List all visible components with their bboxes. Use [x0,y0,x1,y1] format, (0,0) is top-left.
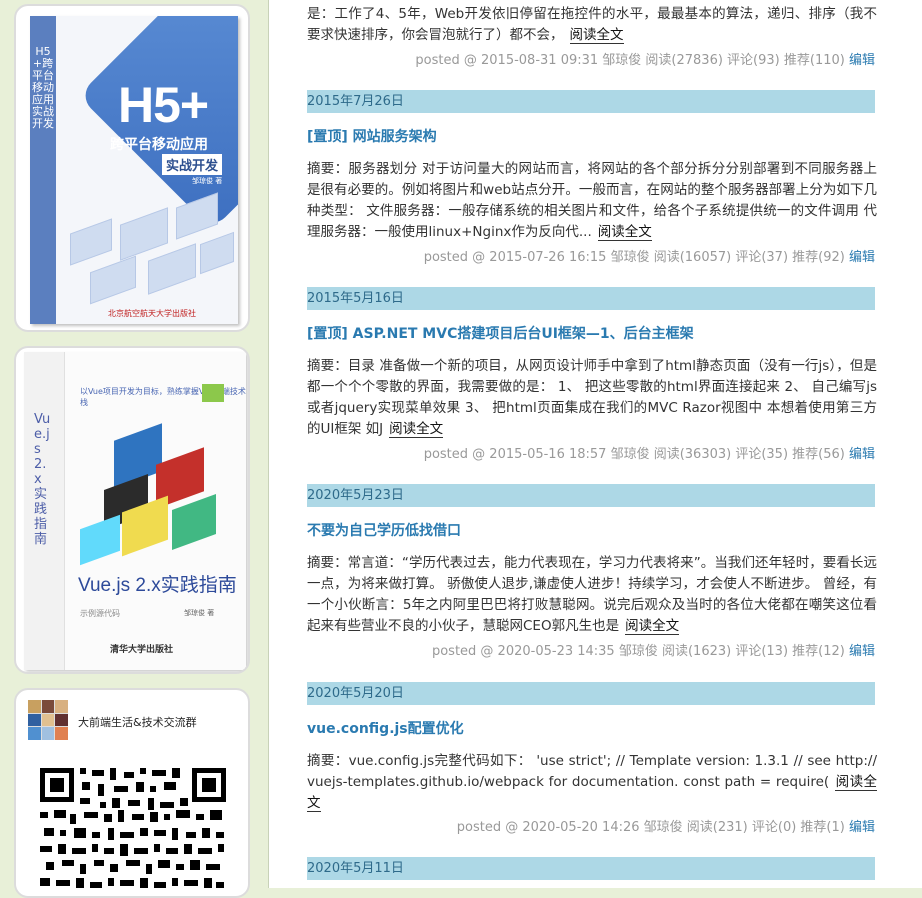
book-subtitle-2: 实战开发 [162,154,223,175]
post-list: 是：工作了4、5年，Web开发依旧停留在拖控件的水平，最最基本的算法，递归、排序… [268,0,922,888]
post-summary-text: 摘要：常言道：“学历代表过去，能力代表现在，学习力代表将来”。当我们还年轻时，要… [307,555,877,634]
book-source-logo: 示例源代码 [80,609,120,618]
date-header: 2015年5月16日 [307,287,875,310]
group-name: 大前端生活&技术交流群 [78,716,197,729]
book-publisher: 北京航空航天大学出版社 [108,309,196,318]
date-header: 2020年5月11日 [307,857,875,880]
cover-graphic [90,255,136,305]
date-header: 2020年5月20日 [307,682,875,705]
date-header: 2015年7月26日 [307,90,875,113]
post-meta: posted @ 2020-05-23 14:35 邹琼俊 阅读(1623) 评… [307,640,875,659]
book-author: 邹琼俊 著 [184,609,215,617]
sidebar: H5+跨平台移动应用实战开发 H5+ 跨平台移动应用 实战开发 邹琼俊 著 北京… [0,0,258,898]
post-meta: posted @ 2015-07-26 16:15 邹琼俊 阅读(16057) … [307,246,875,265]
post-summary-text: 摘要：服务器划分 对于访问量大的网站而言，将网站的各个部分拆分分别部署到不同服务… [307,161,877,240]
post-meta: posted @ 2020-05-20 14:26 邹琼俊 阅读(231) 评论… [307,816,875,835]
cover-graphic [148,243,196,295]
read-more-link[interactable]: 阅读全文 [569,27,624,44]
read-more-link[interactable]: 阅读全文 [625,618,680,635]
qr-code-card: 大前端生活&技术交流群 [14,688,250,898]
book-publisher: 清华大学出版社 [110,645,174,655]
read-more-link[interactable]: 阅读全文 [389,421,444,438]
book-cover-vue[interactable]: Vue.js 2.x实践指南 以Vue项目开发为目标，熟练掌握Vue前端技术栈 … [24,352,246,670]
edit-link[interactable]: 编辑 [849,53,875,68]
post-summary: 摘要：目录 准备做一个新的项目，从网页设计师手中拿到了html静态页面（没有一行… [307,356,877,440]
book-spine-title: H5+跨平台移动应用实战开发 [32,45,54,130]
edit-link[interactable]: 编辑 [849,820,875,835]
book-ad-vue[interactable]: Vue.js 2.x实践指南 以Vue项目开发为目标，熟练掌握Vue前端技术栈 … [14,346,250,674]
book-spine-title: Vue.js 2.x实践指南 [34,412,51,547]
post-meta: posted @ 2015-05-16 18:57 邹琼俊 阅读(36303) … [307,443,875,462]
react-cube-icon [80,514,120,566]
book-title: Vue.js 2.x实践指南 [78,575,237,596]
post-meta: posted @ 2015-08-31 09:31 邹琼俊 阅读(27836) … [307,49,875,68]
post-meta-text: posted @ 2015-07-26 16:15 邹琼俊 阅读(16057) … [423,250,845,265]
book-subtitle: 跨平台移动应用 [110,137,208,153]
post-meta-text: posted @ 2020-05-20 14:26 邹琼俊 阅读(231) 评论… [456,820,845,835]
post-meta-text: posted @ 2015-08-31 09:31 邹琼俊 阅读(27836) … [415,53,845,68]
post-summary-text: 摘要：vue.config.js完整代码如下： 'use strict'; //… [307,753,877,790]
book-author: 邹琼俊 著 [192,177,223,185]
post-summary: 摘要：服务器划分 对于访问量大的网站而言，将网站的各个部分拆分分别部署到不同服务… [307,159,877,243]
book-cover-h5[interactable]: H5+跨平台移动应用实战开发 H5+ 跨平台移动应用 实战开发 邹琼俊 著 北京… [30,16,238,324]
post-meta-text: posted @ 2020-05-23 14:35 邹琼俊 阅读(1623) 评… [431,644,845,659]
post-title-link[interactable]: [置顶] 网站服务架构 [307,126,877,146]
cover-graphic [120,207,168,261]
date-header: 2020年5月23日 [307,484,875,507]
vue-cube-icon [172,493,216,551]
edit-link[interactable]: 编辑 [849,250,875,265]
book-big-title: H5+ [118,77,209,133]
book-ad-h5[interactable]: H5+跨平台移动应用实战开发 H5+ 跨平台移动应用 实战开发 邹琼俊 著 北京… [14,4,250,332]
post-title-link[interactable]: 不要为自己学历低找借口 [307,520,877,540]
post-meta-text: posted @ 2015-05-16 18:57 邹琼俊 阅读(36303) … [423,447,845,462]
post-title-link[interactable]: vue.config.js配置优化 [307,718,877,738]
edit-link[interactable]: 编辑 [849,447,875,462]
cover-graphic [70,218,112,266]
post-summary: 是：工作了4、5年，Web开发依旧停留在拖控件的水平，最最基本的算法，递归、排序… [307,4,877,46]
edit-link[interactable]: 编辑 [849,644,875,659]
book-badge-icon [202,384,224,402]
group-avatar [28,700,68,740]
post-summary: 摘要：常言道：“学历代表过去，能力代表现在，学习力代表将来”。当我们还年轻时，要… [307,553,877,637]
qr-code-image [40,768,226,896]
read-more-link[interactable]: 阅读全文 [597,224,652,241]
post-title-link[interactable]: [置顶] ASP.NET MVC搭建项目后台UI框架—1、后台主框架 [307,323,877,343]
post-summary: 摘要：vue.config.js完整代码如下： 'use strict'; //… [307,751,878,814]
cover-graphic [200,231,234,275]
